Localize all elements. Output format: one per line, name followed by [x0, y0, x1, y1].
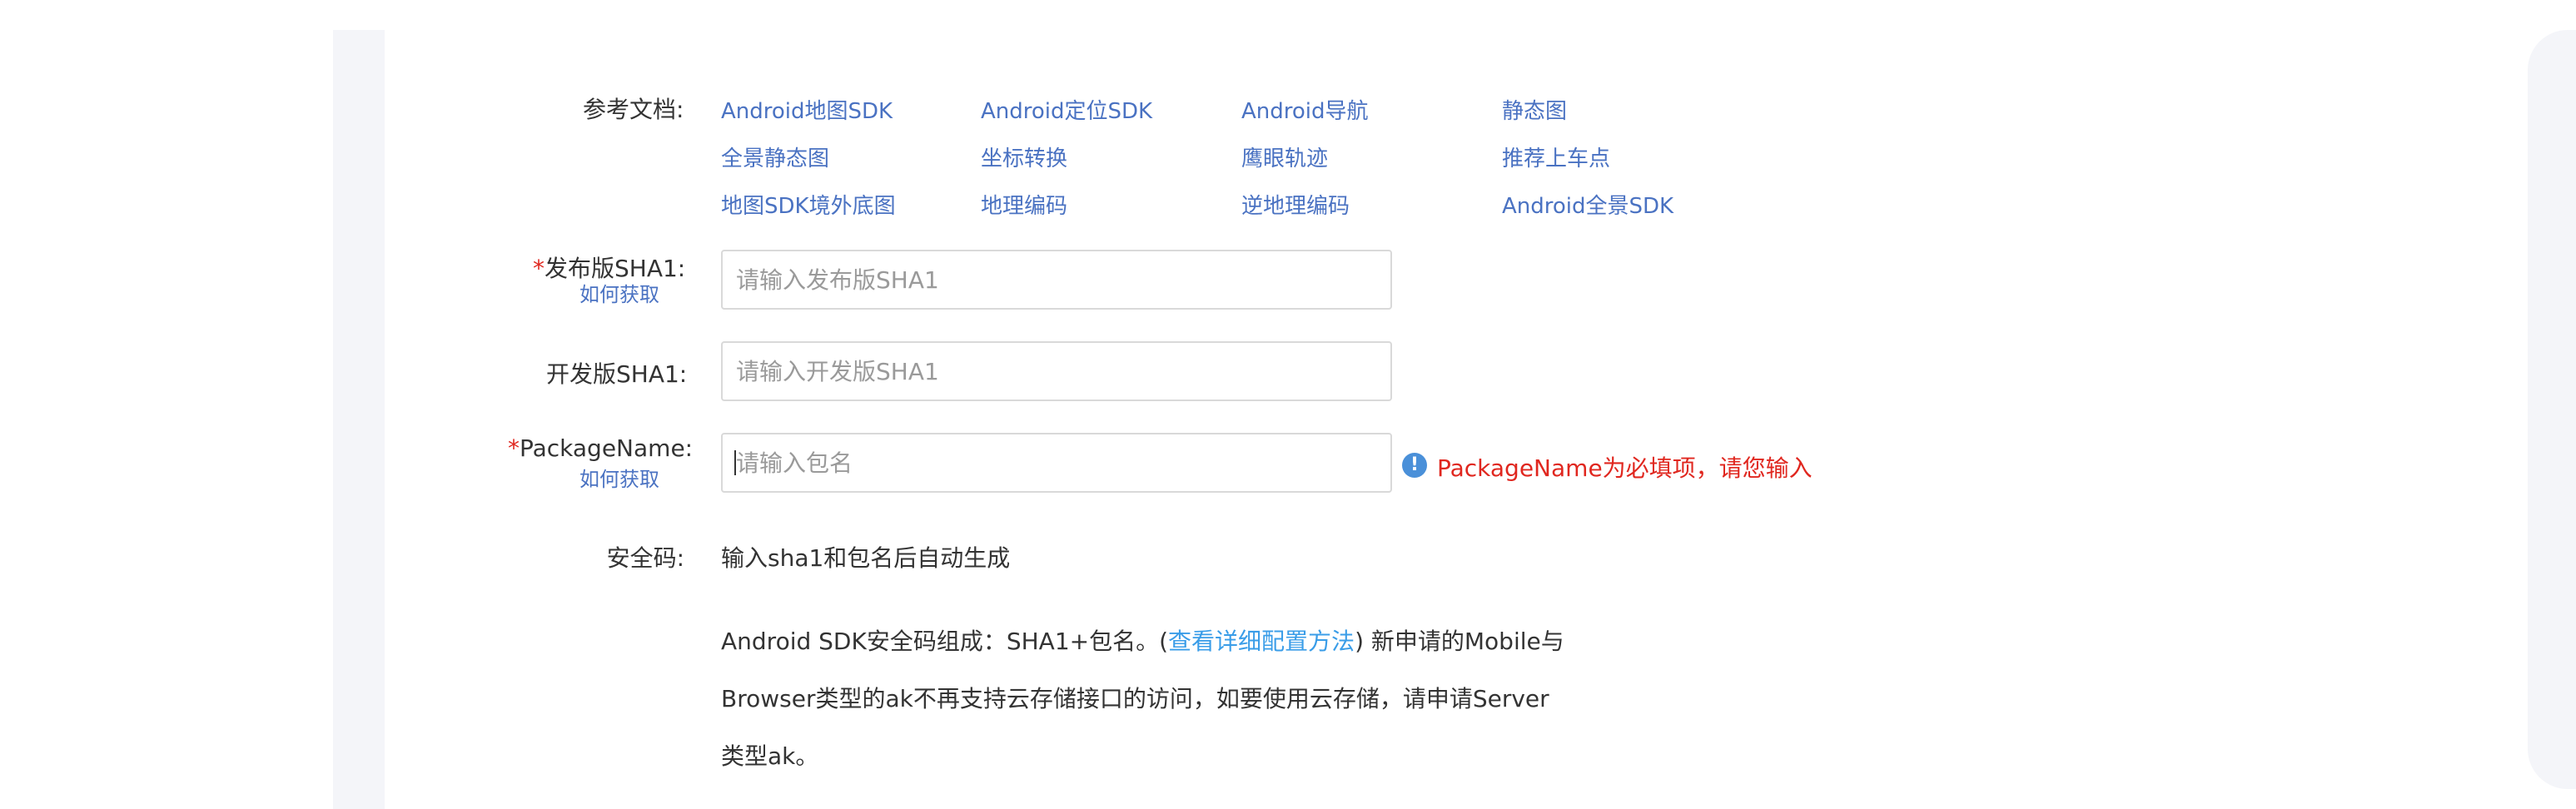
release-sha1-input[interactable] [721, 250, 1392, 310]
package-name-error: PackageName为必填项，请您输入 [1437, 454, 1813, 482]
doc-link[interactable]: 全景静态图 [721, 141, 829, 172]
page: 参考文档: Android地图SDK Android定位SDK Android导航 静… [0, 0, 2576, 809]
exclamation-icon: ! [1402, 453, 1427, 478]
note-line-3: 类型ak。 [721, 742, 819, 770]
security-code-label: 安全码: [606, 544, 684, 572]
doc-link[interactable]: 坐标转换 [981, 141, 1067, 172]
package-name-help-link[interactable]: 如何获取 [579, 463, 659, 492]
package-name-label: *PackageName: [508, 434, 694, 462]
required-mark: * [533, 255, 545, 282]
dev-sha1-input[interactable] [721, 341, 1392, 401]
docs-label: 参考文档: [583, 96, 684, 123]
required-mark: * [508, 434, 520, 462]
note-line-2: Browser类型的ak不再支持云存储接口的访问，如要使用云存储，请申请Serv… [721, 685, 1549, 712]
release-sha1-help-link[interactable]: 如何获取 [579, 278, 659, 307]
doc-link[interactable]: Android地图SDK [721, 94, 893, 125]
doc-link[interactable]: 地理编码 [981, 189, 1067, 220]
config-method-link[interactable]: 查看详细配置方法 [1168, 628, 1355, 655]
note-line-1: Android SDK安全码组成：SHA1+包名。(查看详细配置方法) 新申请的… [721, 628, 1564, 655]
doc-link[interactable]: Android导航 [1241, 94, 1369, 125]
doc-link[interactable]: 静态图 [1502, 94, 1567, 125]
dev-sha1-label: 开发版SHA1: [546, 360, 688, 388]
right-gutter [2528, 30, 2576, 789]
security-code-value: 输入sha1和包名后自动生成 [721, 544, 1011, 572]
text-caret [734, 450, 736, 475]
package-name-input[interactable] [721, 433, 1392, 493]
doc-link[interactable]: 地图SDK境外底图 [721, 189, 896, 220]
left-gutter [333, 30, 385, 809]
doc-link[interactable]: Android全景SDK [1502, 189, 1673, 220]
doc-link[interactable]: 逆地理编码 [1241, 189, 1350, 220]
doc-link[interactable]: 推荐上车点 [1502, 141, 1610, 172]
doc-link[interactable]: Android定位SDK [981, 94, 1152, 125]
doc-link[interactable]: 鹰眼轨迹 [1241, 141, 1328, 172]
